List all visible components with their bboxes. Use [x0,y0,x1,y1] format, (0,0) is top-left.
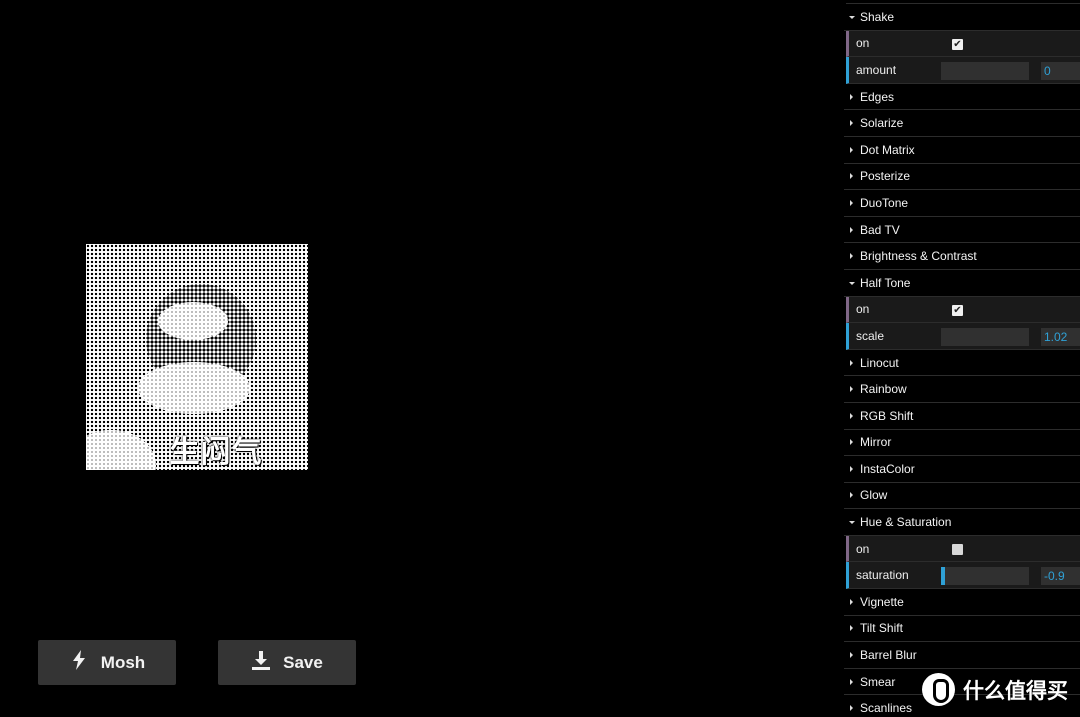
folder-label: Mirror [860,435,892,450]
hue-and-saturation-saturation-input[interactable]: -0.9 [1041,567,1080,586]
caret-right-icon [850,705,853,712]
mosh-button-label: Mosh [100,652,146,672]
save-button-label: Save [283,652,323,672]
caret-right-icon [850,253,853,260]
caret-right-icon [850,93,853,100]
hue-and-saturation-on-checkbox[interactable] [952,543,963,555]
slider-fill [941,567,946,586]
folder-hue-and-saturation[interactable]: Hue & Saturation [844,509,1080,536]
caret-right-icon [850,439,853,446]
folder-label: Linocut [860,355,899,370]
control-label: amount [856,62,897,77]
folder-label: Vignette [860,594,904,609]
half-tone-on-control: on ✔ [846,296,1080,324]
shake-amount-input[interactable]: 0 [1041,62,1080,81]
control-label: scale [856,328,885,343]
preview-caption: 生闷气 [169,436,263,469]
folder-label: Dot Matrix [860,142,915,157]
folder-linocut[interactable]: Linocut [844,350,1080,377]
caret-right-icon [850,359,853,366]
caret-right-icon [850,173,853,180]
hue-and-saturation-saturation-control: saturation -0.9 [846,562,1080,590]
hue-and-saturation-saturation-slider[interactable] [941,567,1029,586]
mosh-button[interactable]: Mosh [38,640,176,685]
folder-label: DuoTone [860,195,909,210]
folder-label: Half Tone [860,275,911,290]
effects-control-panel: Shake on ✔ amount 0 Edges Solarize Dot Matrix Po… [841,0,1080,717]
shake-on-control: on ✔ [846,30,1080,58]
folder-label: Hue & Saturation [860,515,952,530]
hue-and-saturation-on-control: on [846,535,1080,563]
folder-label: Brightness & Contrast [860,249,977,264]
folder-half-tone[interactable]: Half Tone [844,270,1080,297]
folder-label: InstaColor [860,461,915,476]
half-tone-scale-input[interactable]: 1.02 [1041,328,1080,347]
folder-label: Solarize [860,116,904,131]
half-tone-on-checkbox[interactable]: ✔ [952,304,963,316]
folder-tilt-shift[interactable]: Tilt Shift [844,616,1080,643]
folder-label: Glow [860,488,888,503]
highlight-region-middle [138,362,250,414]
halftone-preview-image: 生闷气 [86,244,308,470]
folder-shake[interactable]: Shake [844,4,1080,31]
folder-duotone[interactable]: DuoTone [844,190,1080,217]
caret-right-icon [850,412,853,419]
folder-label: Edges [860,89,895,104]
half-tone-scale-slider[interactable] [941,328,1029,347]
download-icon [251,649,271,676]
shake-on-checkbox[interactable]: ✔ [952,38,963,50]
folder-label: Tilt Shift [860,621,903,636]
caret-down-icon [849,15,855,19]
caret-down-icon [849,281,855,285]
folder-label: Smear [860,674,896,689]
folder-label: Barrel Blur [860,648,917,663]
folder-glow[interactable]: Glow [844,483,1080,510]
folder-edges[interactable]: Edges [844,84,1080,111]
watermark-text: 什么值得买 [963,678,1068,703]
folder-instacolor[interactable]: InstaColor [844,456,1080,483]
folder-label: Scanlines [860,701,913,716]
caret-right-icon [850,386,853,393]
control-label: saturation [856,568,909,583]
watermark: 什么值得买 [922,673,1068,706]
control-label: on [856,541,870,556]
caret-right-icon [850,146,853,153]
folder-rainbow[interactable]: Rainbow [844,376,1080,403]
control-label: on [856,36,870,51]
folder-label: Shake [860,9,895,24]
caret-right-icon [850,598,853,605]
caret-right-icon [850,226,853,233]
folder-dot-matrix[interactable]: Dot Matrix [844,137,1080,164]
caret-right-icon [850,465,853,472]
caret-right-icon [850,492,853,499]
caret-right-icon [850,678,853,685]
folder-label: Rainbow [860,382,907,397]
caret-right-icon [850,652,853,659]
caret-right-icon [850,625,853,632]
effects-list: Shake on ✔ amount 0 Edges Solarize Dot Matrix Po… [841,4,1080,717]
folder-rgb-shift[interactable]: RGB Shift [844,403,1080,430]
half-tone-scale-control: scale 1.02 [846,323,1080,350]
shake-amount-control: amount 0 [846,57,1080,84]
folder-label: Posterize [860,169,911,184]
folder-bad-tv[interactable]: Bad TV [844,217,1080,244]
folder-mirror[interactable]: Mirror [844,430,1080,457]
caret-down-icon [849,521,855,525]
folder-label: RGB Shift [860,408,914,423]
folder-vignette[interactable]: Vignette [844,589,1080,616]
shake-amount-slider[interactable] [941,62,1029,81]
bolt-icon [69,649,89,676]
smzdm-logo-icon [922,673,955,706]
save-button[interactable]: Save [218,640,356,685]
control-label: on [856,302,870,317]
folder-barrel-blur[interactable]: Barrel Blur [844,642,1080,669]
caret-right-icon [850,120,853,127]
folder-solarize[interactable]: Solarize [844,110,1080,137]
highlight-region-top [158,302,228,340]
canvas-area: 生闷气 Mosh Save [0,0,841,717]
caret-right-icon [850,199,853,206]
folder-label: Bad TV [860,222,900,237]
folder-posterize[interactable]: Posterize [844,164,1080,191]
folder-brightness-and-contrast[interactable]: Brightness & Contrast [844,243,1080,270]
